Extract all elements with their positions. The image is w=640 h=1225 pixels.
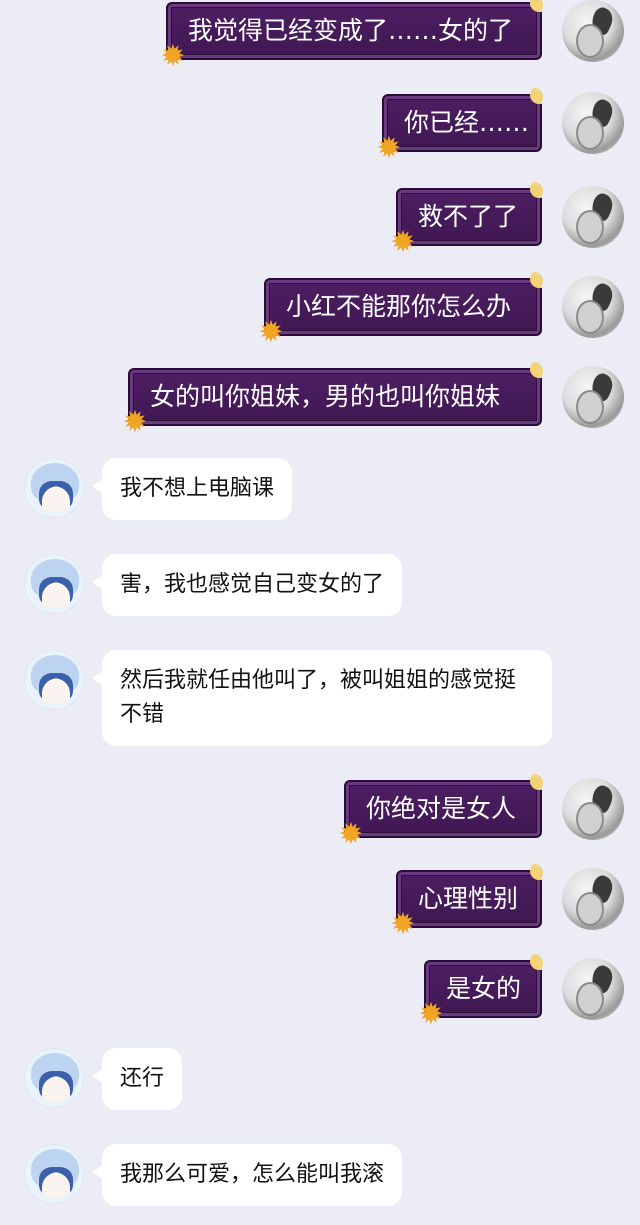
sun-icon: ✹ bbox=[390, 225, 416, 260]
message-text: 女的叫你姐妹，男的也叫你姐妹 bbox=[150, 382, 501, 411]
avatar[interactable] bbox=[24, 458, 84, 518]
avatar[interactable] bbox=[24, 1048, 84, 1108]
avatar[interactable] bbox=[562, 366, 624, 428]
message-text: 救不了了 bbox=[418, 202, 519, 231]
message-text: 心理性别 bbox=[418, 884, 519, 913]
outgoing-message-bubble[interactable]: 你已经…… ✹ bbox=[376, 86, 548, 164]
sun-icon: ✹ bbox=[122, 405, 148, 440]
incoming-message-bubble[interactable]: 然后我就任由他叫了，被叫姐姐的感觉挺不错 bbox=[92, 650, 552, 746]
message-text: 然后我就任由他叫了，被叫姐姐的感觉挺不错 bbox=[120, 668, 517, 727]
avatar[interactable] bbox=[24, 554, 84, 614]
message-text: 我那么可爱，怎么能叫我滚 bbox=[120, 1162, 385, 1187]
moon-icon bbox=[530, 862, 548, 880]
moon-icon bbox=[530, 0, 548, 12]
sun-icon: ✹ bbox=[338, 817, 364, 852]
moon-icon bbox=[530, 180, 548, 198]
moon-icon bbox=[530, 772, 548, 790]
avatar[interactable] bbox=[562, 276, 624, 338]
avatar[interactable] bbox=[562, 186, 624, 248]
incoming-message-bubble[interactable]: 我那么可爱，怎么能叫我滚 bbox=[91, 1144, 403, 1206]
sun-icon: ✹ bbox=[258, 315, 284, 350]
chat-thread: 我觉得已经变成了……女的了 ✹ 你已经…… ✹ 救不了了 ✹ 小红不能那你怎么办… bbox=[0, 0, 640, 1225]
outgoing-message-bubble[interactable]: 救不了了 ✹ bbox=[390, 180, 548, 258]
message-text: 还行 bbox=[120, 1066, 165, 1091]
message-text: 我不想上电脑课 bbox=[120, 476, 275, 501]
message-text: 害，我也感觉自己变女的了 bbox=[120, 572, 385, 597]
outgoing-message-bubble[interactable]: 女的叫你姐妹，男的也叫你姐妹 ✹ bbox=[122, 360, 548, 438]
outgoing-message-bubble[interactable]: 小红不能那你怎么办 ✹ bbox=[258, 270, 548, 348]
message-text: 小红不能那你怎么办 bbox=[286, 292, 512, 321]
avatar[interactable] bbox=[562, 0, 624, 62]
moon-icon bbox=[530, 86, 548, 104]
sun-icon: ✹ bbox=[418, 997, 444, 1032]
moon-icon bbox=[530, 270, 548, 288]
avatar[interactable] bbox=[562, 958, 624, 1020]
sun-icon: ✹ bbox=[390, 907, 416, 942]
outgoing-message-bubble[interactable]: 心理性别 ✹ bbox=[390, 862, 548, 940]
sun-icon: ✹ bbox=[376, 131, 402, 166]
outgoing-message-bubble[interactable]: 我觉得已经变成了……女的了 ✹ bbox=[160, 0, 548, 72]
avatar[interactable] bbox=[562, 92, 624, 154]
avatar[interactable] bbox=[562, 868, 624, 930]
outgoing-message-bubble[interactable]: 是女的 ✹ bbox=[418, 952, 548, 1030]
message-text: 你绝对是女人 bbox=[366, 794, 517, 823]
incoming-message-bubble[interactable]: 害，我也感觉自己变女的了 bbox=[91, 554, 403, 616]
moon-icon bbox=[530, 360, 548, 378]
incoming-message-bubble[interactable]: 还行 bbox=[91, 1048, 183, 1110]
message-text: 是女的 bbox=[446, 974, 522, 1003]
message-text: 你已经…… bbox=[404, 108, 530, 137]
avatar[interactable] bbox=[24, 1144, 84, 1204]
sun-icon: ✹ bbox=[160, 39, 186, 74]
message-text: 我觉得已经变成了……女的了 bbox=[188, 16, 514, 45]
avatar[interactable] bbox=[562, 778, 624, 840]
moon-icon bbox=[530, 952, 548, 970]
incoming-message-bubble[interactable]: 我不想上电脑课 bbox=[91, 458, 293, 520]
avatar[interactable] bbox=[24, 650, 84, 710]
outgoing-message-bubble[interactable]: 你绝对是女人 ✹ bbox=[338, 772, 548, 850]
